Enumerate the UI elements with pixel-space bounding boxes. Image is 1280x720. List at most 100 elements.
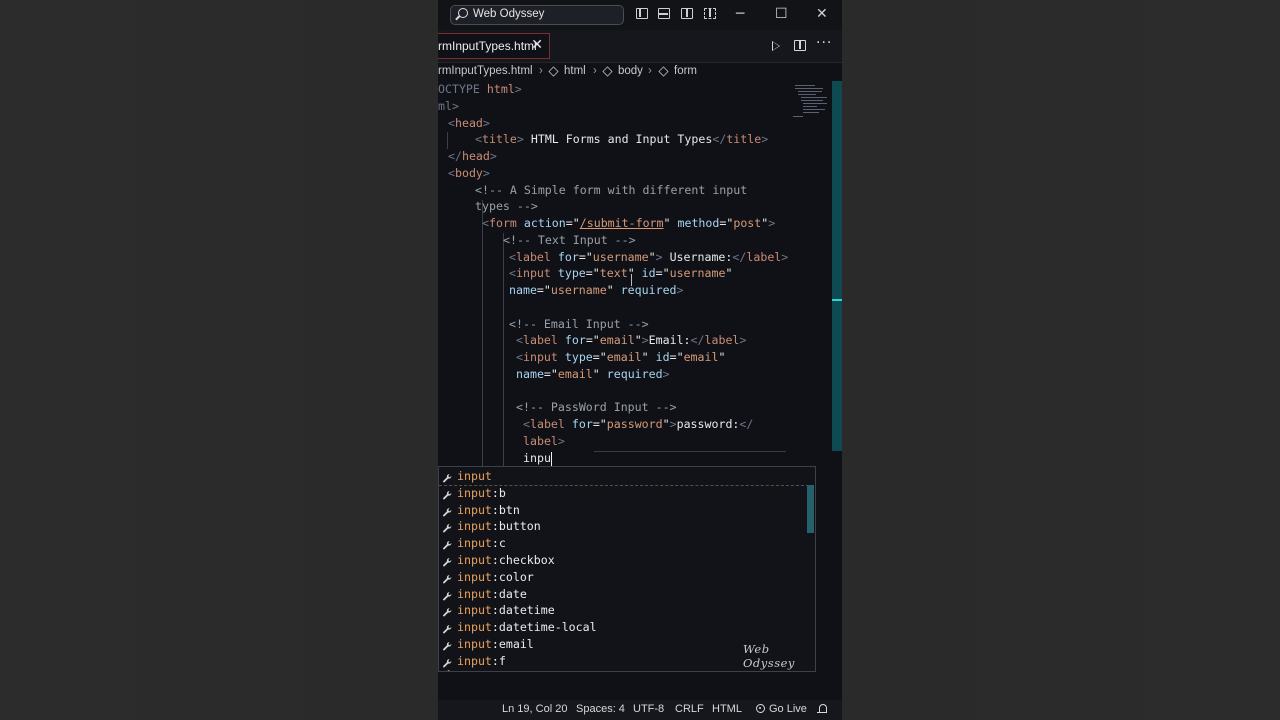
suggestion-item[interactable]: input:btn [439, 502, 809, 519]
tab-form-input-types[interactable]: rmInputTypes.html ✕ [438, 33, 550, 59]
suggestion-rest: :datetime [491, 603, 555, 618]
code-token: " [634, 333, 642, 348]
breadcrumb-file[interactable]: rmInputTypes.html [438, 65, 533, 77]
breadcrumb-body[interactable]: body [618, 65, 643, 77]
editor-tab-bar: rmInputTypes.html ✕ ··· [438, 30, 842, 63]
wrench-icon [442, 590, 453, 601]
code-token: =" [536, 283, 551, 297]
customize-layout-icon[interactable] [704, 8, 716, 19]
suggestion-rest: :date [491, 586, 527, 601]
autocomplete-suggestions[interactable]: input input:b input:btn input:button input:c… [438, 466, 816, 672]
code-token: body [454, 165, 483, 180]
cursor-position[interactable]: Ln 19, Col 20 [502, 703, 567, 715]
code-token: > [516, 132, 524, 147]
code-token: title [481, 132, 517, 147]
code-token: id [648, 350, 670, 364]
maximize-button[interactable]: ☐ [775, 6, 788, 22]
code-token: > [676, 283, 684, 297]
suggestion-item[interactable]: input:button [439, 518, 809, 535]
code-line: OCTYPE html> [438, 81, 522, 98]
code-token: < [523, 417, 530, 431]
code-token: < [516, 333, 523, 348]
wrench-icon [442, 573, 453, 584]
code-token: " [641, 350, 649, 364]
indentation-setting[interactable]: Spaces: 4 [576, 703, 625, 715]
code-line: <!-- Email Input --> [509, 316, 649, 333]
breadcrumb: rmInputTypes.html › html › body › form [438, 63, 842, 81]
suggestion-label: input:date [457, 586, 527, 603]
vscode-window: Web Odyssey ─ ☐ ✕ rmInputTypes.html ✕ ··… [438, 0, 842, 720]
code-token: types --> [475, 199, 538, 214]
close-window-button[interactable]: ✕ [816, 6, 828, 22]
run-icon[interactable] [772, 41, 780, 51]
code-token: username [669, 266, 726, 281]
split-editor-icon[interactable] [794, 40, 806, 51]
indent-guide [503, 233, 504, 471]
toggle-panel-icon[interactable] [658, 8, 670, 19]
suggestion-item[interactable]: input:date [439, 586, 809, 603]
breadcrumb-form[interactable]: form [674, 65, 697, 77]
breadcrumb-separator: › [539, 65, 543, 77]
code-token: label [523, 433, 558, 448]
text-caret [551, 451, 552, 466]
indent-guide [482, 200, 483, 471]
suggestions-scrollbar[interactable] [807, 485, 814, 533]
suggestion-match: input [457, 536, 492, 551]
breadcrumb-html[interactable]: html [564, 65, 586, 77]
suggestion-item[interactable]: input:color [439, 569, 809, 586]
suggestion-item[interactable]: input:b [439, 485, 809, 502]
code-token: ml> [438, 98, 459, 113]
wrench-icon [442, 539, 453, 550]
code-token: label [515, 249, 551, 264]
code-token: HTML Forms and Input Types [523, 132, 713, 147]
code-token: =" [655, 266, 670, 281]
suggestion-item[interactable]: input:datetime-local [439, 619, 809, 636]
suggestion-item[interactable]: input:checkbox [439, 552, 809, 569]
code-token: < [475, 132, 482, 147]
wrench-icon [442, 623, 453, 634]
code-token: " [606, 283, 614, 297]
notifications-bell-icon[interactable] [817, 704, 827, 714]
encoding-setting[interactable]: UTF-8 [633, 703, 664, 715]
code-token: > [662, 366, 670, 381]
code-token: < [482, 216, 489, 230]
code-line: ml> [438, 98, 459, 115]
language-mode[interactable]: HTML [712, 703, 742, 715]
code-token: " [648, 249, 656, 264]
code-line: <!-- A Simple form with different input [475, 182, 747, 199]
suggestion-rest: :button [491, 519, 541, 534]
code-token: password [606, 417, 663, 431]
toggle-secondary-sidebar-icon[interactable] [681, 8, 693, 19]
code-token: > [669, 417, 677, 431]
more-actions-icon[interactable]: ··· [816, 35, 832, 51]
code-token: username [592, 249, 649, 264]
code-token: action [516, 216, 566, 230]
close-tab-icon[interactable]: ✕ [531, 37, 543, 53]
code-token: username [550, 283, 607, 297]
go-live-button[interactable]: Go Live [769, 703, 807, 715]
code-token: > [482, 115, 490, 130]
symbol-icon [548, 66, 559, 77]
suggestion-item[interactable]: input:c [439, 535, 809, 552]
suggestion-item[interactable]: input:datetime [439, 602, 809, 619]
code-token: =" [578, 249, 593, 264]
code-token: name [509, 283, 537, 297]
toggle-primary-sidebar-icon[interactable] [636, 8, 648, 19]
suggestion-item[interactable]: input [439, 468, 809, 486]
minimize-button[interactable]: ─ [736, 6, 744, 22]
code-line: inpu [523, 450, 551, 467]
code-token: > [482, 165, 490, 180]
title-bar: Web Odyssey ─ ☐ ✕ [438, 0, 842, 30]
code-token: " [725, 266, 733, 281]
code-token: html [486, 82, 515, 96]
eol-setting[interactable]: CRLF [675, 703, 704, 715]
code-line: </head> [448, 148, 497, 165]
suggestion-rest: :checkbox [491, 553, 555, 567]
command-center-search[interactable]: Web Odyssey [450, 5, 624, 25]
suggestion-match: input [457, 637, 492, 651]
tab-label: rmInputTypes.html [438, 39, 537, 53]
editor-scrollbar[interactable] [832, 81, 842, 451]
code-token: text [599, 266, 628, 281]
wrench-icon [442, 522, 453, 533]
minimap[interactable] [793, 83, 829, 119]
